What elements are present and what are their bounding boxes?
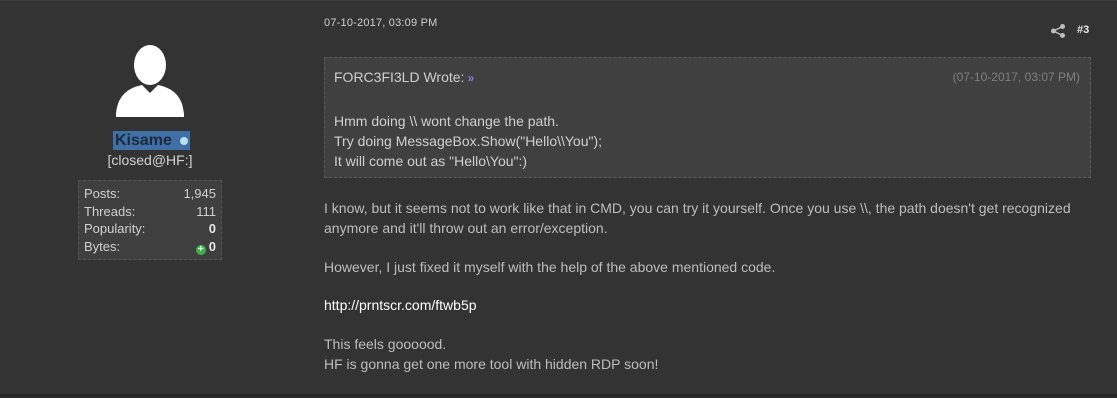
message-line: HF is gonna get one more tool with hidde… [324, 355, 659, 372]
stat-label: Popularity: [84, 221, 146, 236]
forum-post: Kisame [closed@HF:] Posts: 1,945 Threads… [0, 0, 1117, 396]
stat-value-bytes: +0 [195, 238, 216, 256]
stat-value: 0 [208, 238, 216, 254]
quote-author: FORC3FI3LD Wrote: [334, 69, 465, 85]
stat-label: Posts: [84, 186, 121, 201]
stat-row-popularity: Popularity: 0 [84, 220, 216, 238]
stat-row-bytes: Bytes: +0 [84, 238, 216, 256]
stat-label: Threads: [84, 203, 136, 219]
message-link[interactable]: http://prntscr.com/ftwb5p [324, 296, 477, 316]
user-stats-box: Posts: 1,945 Threads: 111 Popularity: 0 … [78, 180, 222, 260]
quote-line: Try doing MessageBox.Show("Hello\\You"); [334, 133, 603, 149]
default-avatar-icon[interactable] [110, 41, 190, 121]
share-icon[interactable] [1050, 23, 1066, 39]
quote-source-arrow-icon[interactable]: » [467, 71, 474, 85]
username-link[interactable]: Kisame [113, 131, 190, 150]
quote-block: FORC3FI3LD Wrote:» (07-10-2017, 03:07 PM… [324, 57, 1091, 178]
plus-circle-icon[interactable]: + [195, 244, 206, 255]
user-title: [closed@HF:] [107, 152, 193, 168]
stat-row-threads: Threads: 111 [84, 203, 216, 221]
stat-value: 1,945 [183, 186, 216, 201]
message-line: This feels goooood. [324, 336, 447, 352]
quote-header: FORC3FI3LD Wrote:» [334, 69, 474, 85]
post-date: 07-10-2017, 03:09 PM [324, 17, 438, 29]
quote-date: (07-10-2017, 03:07 PM) [952, 70, 1080, 84]
message-paragraph: However, I just fixed it myself with the… [324, 259, 776, 275]
post-message: I know, but it seems not to work like th… [324, 199, 1104, 372]
username-text[interactable]: Kisame [115, 131, 172, 150]
stat-value: 111 [196, 203, 216, 219]
message-paragraph: I know, but it seems not to work like th… [324, 200, 1071, 236]
quote-line: It will come out as "Hello\You":) [334, 153, 528, 169]
stat-label: Bytes: [84, 238, 121, 254]
post-number-link[interactable]: #3 [1077, 24, 1089, 36]
stat-value[interactable]: 0 [209, 220, 216, 238]
quote-line: Hmm doing \\ wont change the path. [334, 113, 559, 129]
message-paragraph: This feels goooood. HF is gonna get one … [324, 335, 658, 374]
quote-body: Hmm doing \\ wont change the path. Try d… [334, 111, 602, 171]
stat-row-posts: Posts: 1,945 [84, 185, 216, 203]
online-status-icon [179, 136, 188, 145]
